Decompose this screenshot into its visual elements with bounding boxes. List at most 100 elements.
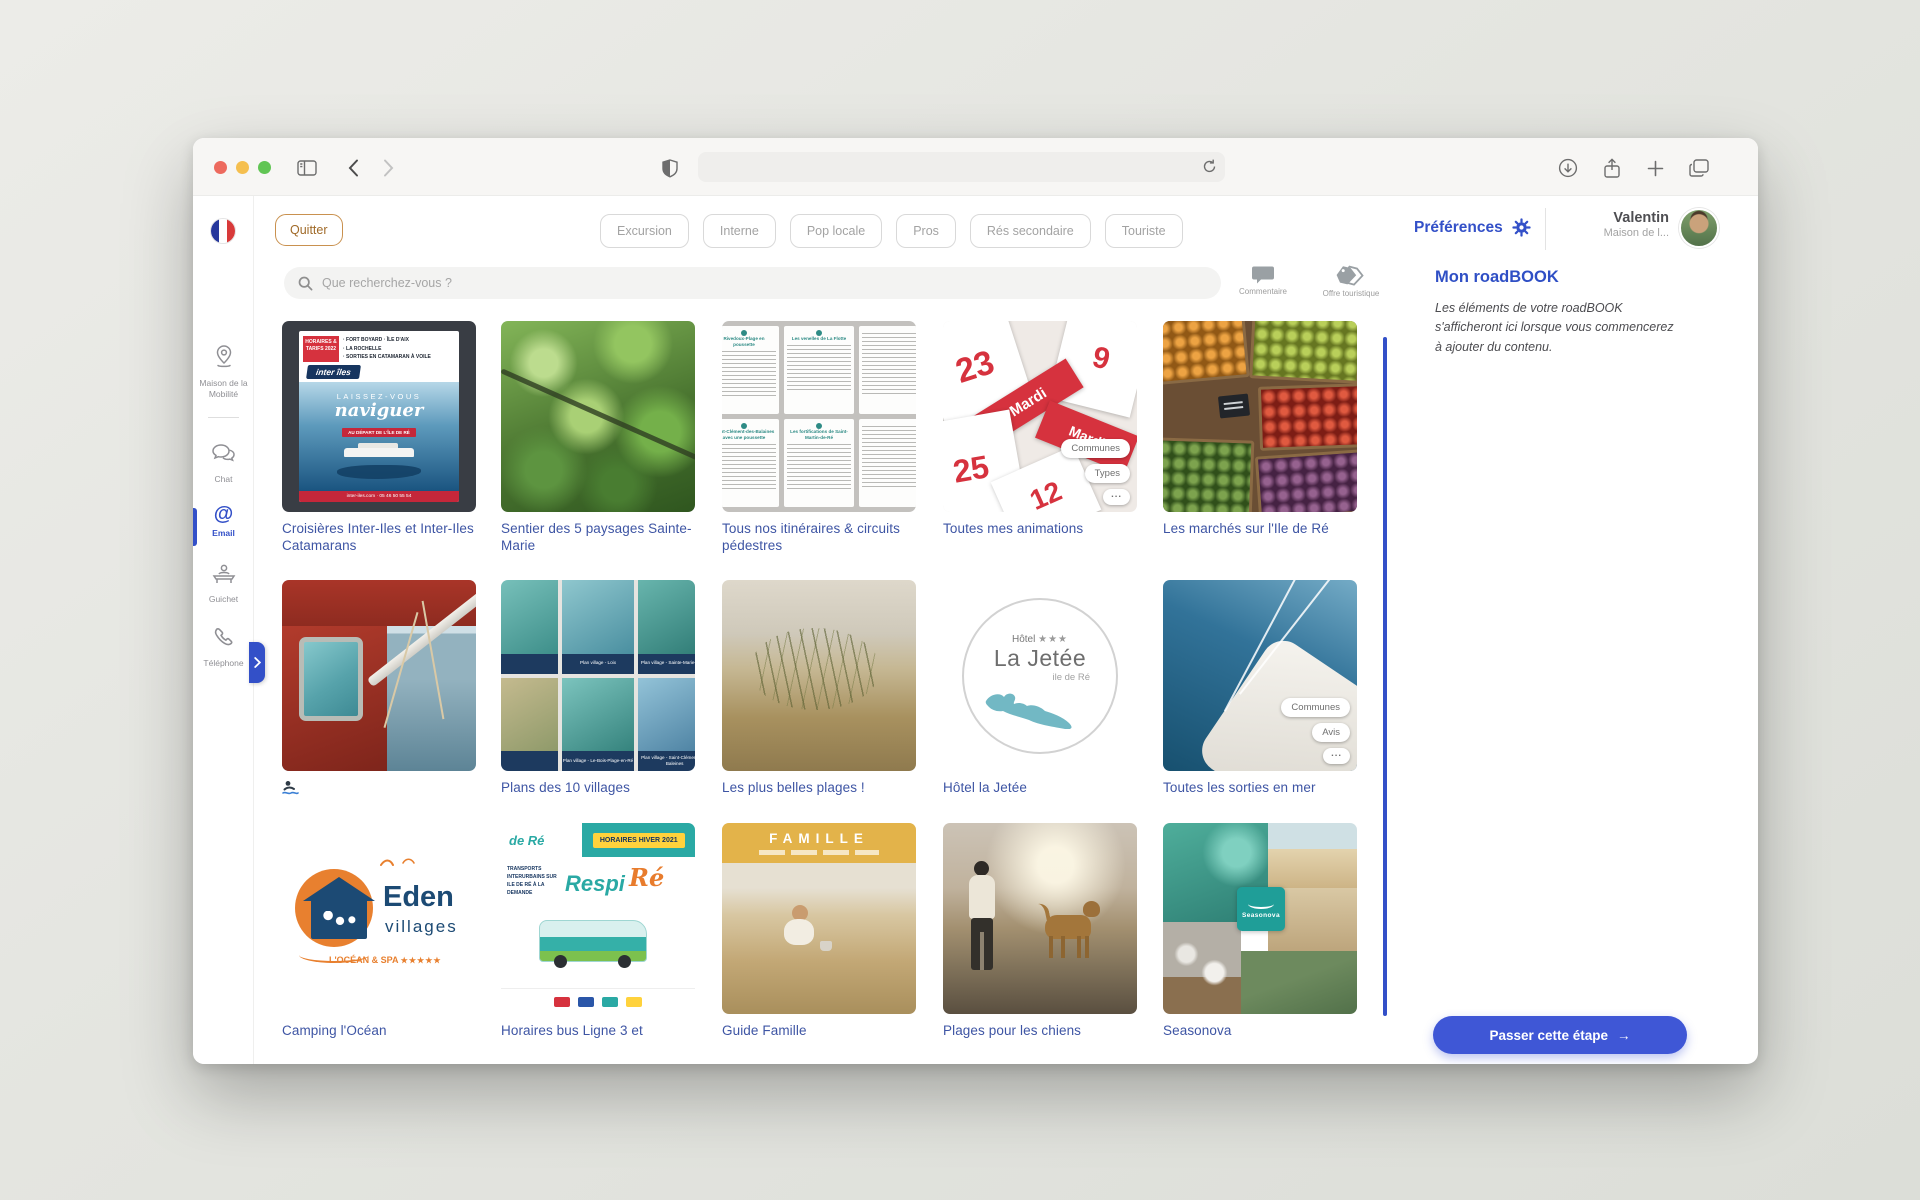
- interiles-logo: inter îles: [306, 365, 361, 379]
- card-sentier[interactable]: Sentier des 5 paysages Sainte-Marie: [501, 321, 695, 555]
- bird-icon: [379, 855, 423, 871]
- reload-icon[interactable]: [1201, 158, 1218, 180]
- card-hotel-jetee[interactable]: Hôtel ★★★ La Jetée ile de Ré Hôtel la Je…: [943, 580, 1137, 797]
- filter-pros[interactable]: Pros: [896, 214, 956, 248]
- card-image: 23 9 Mardi Mardi 25 12 Communes Types ..…: [943, 321, 1137, 512]
- location-pin-icon: [212, 344, 236, 370]
- badge-more[interactable]: ...: [1323, 748, 1350, 764]
- card-horaires-bus[interactable]: de Ré HORAIRES HIVER 2021 TRANSPORTS INT…: [501, 823, 695, 1040]
- sidebar-item-guichet[interactable]: Guichet: [193, 562, 254, 605]
- forward-icon[interactable]: [377, 157, 399, 179]
- zoom-window-button[interactable]: [258, 161, 271, 174]
- new-tab-icon[interactable]: [1644, 157, 1666, 179]
- sidebar-item-email[interactable]: @ Email: [193, 504, 254, 539]
- sidebar-item-label: Guichet: [193, 594, 254, 605]
- gear-icon[interactable]: [1512, 218, 1531, 237]
- card-image: Hôtel ★★★ La Jetée ile de Ré: [943, 580, 1137, 771]
- card-title: Les marchés sur l'Ile de Ré: [1163, 521, 1357, 538]
- counter-desk-icon: [211, 562, 237, 586]
- sidebar-toggle-icon[interactable]: [296, 157, 318, 179]
- card-title: Plans des 10 villages: [501, 780, 695, 797]
- eden-villages-logo: Eden villages L'OCÉAN & SPA ★★★★★: [295, 859, 463, 979]
- sidebar-expand-tab[interactable]: [249, 642, 265, 683]
- card-title: Toutes mes animations: [943, 521, 1137, 538]
- filter-pop-locale[interactable]: Pop locale: [790, 214, 882, 248]
- sidebar-item-telephone[interactable]: Téléphone: [193, 626, 254, 669]
- badge-types[interactable]: Types: [1085, 464, 1130, 483]
- downloads-icon[interactable]: [1557, 157, 1579, 179]
- card-image: [282, 580, 476, 771]
- card-bateau[interactable]: [282, 580, 476, 797]
- quit-button[interactable]: Quitter: [275, 214, 343, 246]
- filter-excursion[interactable]: Excursion: [600, 214, 689, 248]
- card-animations[interactable]: 23 9 Mardi Mardi 25 12 Communes Types ..…: [943, 321, 1137, 538]
- card-title: Horaires bus Ligne 3 et: [501, 1023, 695, 1040]
- badge-communes[interactable]: Communes: [1061, 439, 1130, 458]
- card-sorties-mer[interactable]: Communes Avis ... Toutes les sorties en …: [1163, 580, 1357, 797]
- card-title: Croisières Inter-Iles et Inter-Iles Cata…: [282, 521, 476, 555]
- badge-communes[interactable]: Communes: [1281, 698, 1350, 717]
- card-seasonova[interactable]: Seasonova Seasonova: [1163, 823, 1357, 1040]
- content-tools: Commentaire Offre touristique: [1227, 265, 1387, 298]
- close-window-button[interactable]: [214, 161, 227, 174]
- card-title: Tous nos itinéraires & circuits pédestre…: [722, 521, 916, 555]
- user-organization: Maison de l...: [1533, 227, 1669, 239]
- seasonova-logo: Seasonova: [1237, 887, 1285, 931]
- comment-icon: [1252, 265, 1274, 284]
- card-image: Plan village - Loix Plan village - Saint…: [501, 580, 695, 771]
- card-title: Toutes les sorties en mer: [1163, 780, 1357, 797]
- share-icon[interactable]: [1601, 157, 1623, 179]
- preferences[interactable]: Préférences: [1414, 218, 1531, 237]
- badge-more[interactable]: ...: [1103, 489, 1130, 505]
- card-title: Camping l'Océan: [282, 1023, 476, 1040]
- user-info[interactable]: Valentin Maison de l...: [1533, 210, 1669, 239]
- sidebar-item-chat[interactable]: Chat: [193, 442, 254, 485]
- skip-step-button[interactable]: Passer cette étape →: [1433, 1016, 1687, 1054]
- card-image: [501, 321, 695, 512]
- card-title: Plages pour les chiens: [943, 1023, 1137, 1040]
- address-bar[interactable]: [698, 152, 1225, 182]
- search-bar[interactable]: [284, 267, 1221, 299]
- search-input[interactable]: [322, 276, 1207, 290]
- tab-overview-icon[interactable]: [1688, 157, 1710, 179]
- email-at-icon: @: [214, 503, 234, 525]
- price-chalkboard: [1218, 393, 1250, 418]
- sidebar-item-maison-mobilite[interactable]: Maison de la Mobilité: [193, 344, 254, 401]
- card-badges: Communes Types ...: [1061, 439, 1130, 505]
- tool-offre-touristique[interactable]: Offre touristique: [1315, 265, 1387, 298]
- minimize-window-button[interactable]: [236, 161, 249, 174]
- card-plages[interactable]: Les plus belles plages !: [722, 580, 916, 797]
- card-title: Seasonova: [1163, 1023, 1357, 1040]
- card-itineraires[interactable]: Rivedoux-Plage en poussette Les venelles…: [722, 321, 916, 555]
- card-image: [1163, 321, 1357, 512]
- privacy-shield-icon[interactable]: [659, 157, 681, 179]
- chevron-right-icon: [254, 657, 261, 668]
- search-icon: [298, 276, 313, 291]
- filter-interne[interactable]: Interne: [703, 214, 776, 248]
- card-guide-famille[interactable]: FAMILLE Guide Famille: [722, 823, 916, 1040]
- card-plages-chiens[interactable]: Plages pour les chiens: [943, 823, 1137, 1040]
- card-marches[interactable]: Les marchés sur l'Ile de Ré: [1163, 321, 1357, 538]
- preferences-label: Préférences: [1414, 219, 1503, 237]
- scroll-indicator[interactable]: [1383, 337, 1387, 1016]
- card-camping-ocean[interactable]: Eden villages L'OCÉAN & SPA ★★★★★ Campin…: [282, 823, 476, 1040]
- island-silhouette: [980, 685, 1100, 729]
- card-plans[interactable]: Plan village - Loix Plan village - Saint…: [501, 580, 695, 797]
- filter-touriste[interactable]: Touriste: [1105, 214, 1183, 248]
- card-image: [943, 823, 1137, 1014]
- tool-label: Commentaire: [1239, 287, 1287, 296]
- badge-avis[interactable]: Avis: [1312, 723, 1350, 742]
- back-icon[interactable]: [342, 157, 364, 179]
- poster-badge: HORAIRES & TARIFS 2022: [303, 336, 339, 362]
- tool-label: Offre touristique: [1323, 289, 1380, 298]
- user-name: Valentin: [1533, 210, 1669, 226]
- card-title: Hôtel la Jetée: [943, 780, 1137, 797]
- sidebar-item-label: Chat: [193, 474, 254, 485]
- card-image: Seasonova: [1163, 823, 1357, 1014]
- avatar[interactable]: [1679, 208, 1719, 248]
- card-croisieres[interactable]: HORAIRES & TARIFS 2022 · FORT BOYARD · Î…: [282, 321, 476, 555]
- filter-res-secondaire[interactable]: Rés secondaire: [970, 214, 1091, 248]
- tool-comment[interactable]: Commentaire: [1227, 265, 1299, 298]
- sidebar-item-label: Email: [193, 528, 254, 539]
- sidebar-divider: [208, 417, 239, 418]
